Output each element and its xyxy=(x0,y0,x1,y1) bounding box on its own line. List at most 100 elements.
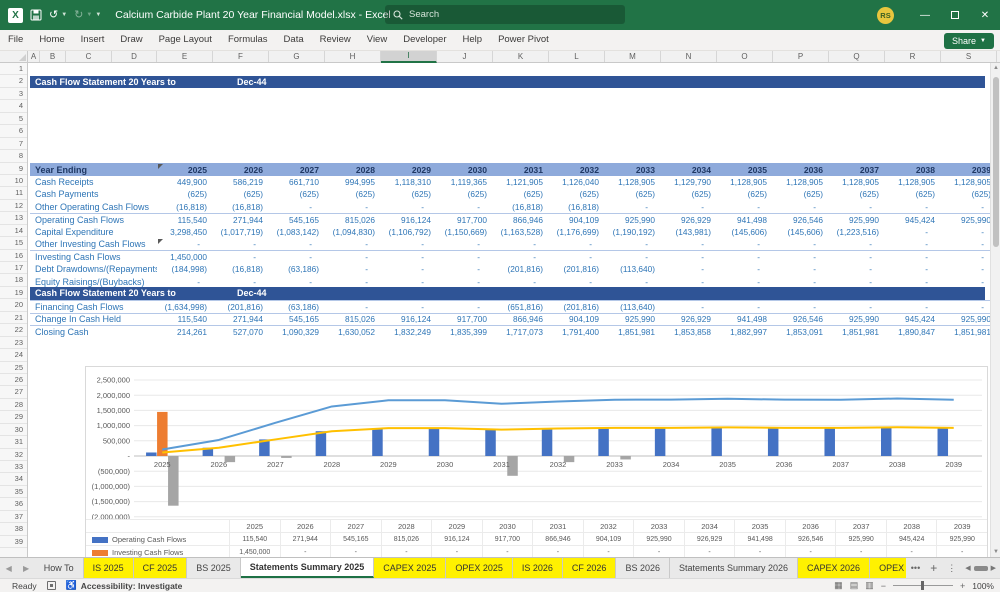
user-avatar[interactable]: RS xyxy=(877,6,894,24)
cell-value[interactable]: - xyxy=(829,202,885,212)
row-label-change-in-cash-held[interactable]: Change In Cash Held xyxy=(30,314,157,324)
restore-button[interactable] xyxy=(940,0,970,30)
row-header-16[interactable]: 16 xyxy=(0,250,27,262)
row-header-33[interactable]: 33 xyxy=(0,461,27,474)
hscroll-left-icon[interactable]: ◀ xyxy=(965,564,970,572)
hscroll-right-icon[interactable]: ▶ xyxy=(991,564,996,572)
cell-value[interactable]: - xyxy=(381,277,437,287)
column-header-f[interactable]: F xyxy=(213,51,269,62)
row-header-4[interactable]: 4 xyxy=(0,100,27,113)
cell-value[interactable]: (1,163,528) xyxy=(493,227,549,237)
year-header-cell[interactable]: 2026 xyxy=(213,165,269,175)
horizontal-scrollbar[interactable]: ◀ ▶ xyxy=(965,558,1000,578)
column-header-s[interactable]: S xyxy=(941,51,997,62)
year-header-cell[interactable]: 2037 xyxy=(829,165,885,175)
cell-value[interactable]: 1,835,399 xyxy=(437,327,493,337)
year-header-cell[interactable]: 2039 xyxy=(941,165,997,175)
cell-value[interactable]: 815,026 xyxy=(325,314,381,324)
column-header-c[interactable]: C xyxy=(66,51,112,62)
cell-value[interactable]: 1,630,052 xyxy=(325,327,381,337)
cell-value[interactable]: 1,128,905 xyxy=(717,177,773,187)
cell-value[interactable]: - xyxy=(493,239,549,249)
menu-tab-power-pivot[interactable]: Power Pivot xyxy=(490,30,557,50)
sheet-tab-is-2025[interactable]: IS 2025 xyxy=(83,558,134,578)
sheet-tab-bs-2025[interactable]: BS 2025 xyxy=(187,558,241,578)
cell-value[interactable]: 271,944 xyxy=(213,314,269,324)
cell-value[interactable]: 945,424 xyxy=(885,215,941,225)
column-header-h[interactable]: H xyxy=(325,51,381,62)
cell-value[interactable]: (625) xyxy=(605,189,661,199)
cell-value[interactable]: - xyxy=(381,202,437,212)
cell-value[interactable]: (1,083,142) xyxy=(269,227,325,237)
cell-value[interactable]: - xyxy=(773,264,829,274)
cell-value[interactable]: (1,223,516) xyxy=(829,227,885,237)
row-header-25[interactable]: 25 xyxy=(0,362,27,374)
cell-value[interactable]: 214,261 xyxy=(157,327,213,337)
cell-value[interactable]: - xyxy=(269,277,325,287)
row-header-24[interactable]: 24 xyxy=(0,349,27,362)
cell-value[interactable]: 1,121,905 xyxy=(493,177,549,187)
row-label-financing-cash-flows[interactable]: Financing Cash Flows xyxy=(30,302,157,312)
cell-value[interactable]: 1,882,997 xyxy=(717,327,773,337)
cell-value[interactable]: - xyxy=(885,227,941,237)
cell-value[interactable]: - xyxy=(325,302,381,312)
cell-value[interactable]: - xyxy=(941,302,997,312)
macro-record-icon[interactable] xyxy=(46,581,56,590)
cell-value[interactable]: - xyxy=(717,302,773,312)
cell-value[interactable]: - xyxy=(493,277,549,287)
row-header-13[interactable]: 13 xyxy=(0,212,27,225)
cell-value[interactable]: (625) xyxy=(157,189,213,199)
zoom-in-button[interactable]: + xyxy=(960,581,965,591)
cell-value[interactable]: (63,186) xyxy=(269,302,325,312)
cell-value[interactable]: - xyxy=(325,264,381,274)
row-header-39[interactable]: 39 xyxy=(0,536,27,549)
row-header-9[interactable]: 9 xyxy=(0,163,27,175)
cell-value[interactable]: - xyxy=(381,264,437,274)
cell-value[interactable]: - xyxy=(885,202,941,212)
page-break-view-icon[interactable]: ▥ xyxy=(865,580,874,591)
cell-value[interactable]: - xyxy=(941,277,997,287)
cell-value[interactable]: - xyxy=(717,264,773,274)
cell-value[interactable]: - xyxy=(773,252,829,262)
row-label-equity-raisings-buybacks[interactable]: Equity Raisings/(Buybacks) xyxy=(30,277,157,287)
sheet-tab-statements-summary-2025[interactable]: Statements Summary 2025 xyxy=(240,558,375,578)
cell-value[interactable]: (184,998) xyxy=(157,264,213,274)
cell-value[interactable]: 926,929 xyxy=(661,215,717,225)
vertical-scrollbar-thumb[interactable] xyxy=(992,77,999,247)
row-header-29[interactable]: 29 xyxy=(0,411,27,424)
cell-value[interactable]: 1,851,981 xyxy=(941,327,997,337)
sheet-tab-bs-2026[interactable]: BS 2026 xyxy=(616,558,670,578)
cell-value[interactable]: 1,128,905 xyxy=(941,177,997,187)
cell-value[interactable]: - xyxy=(885,302,941,312)
cell-value[interactable]: - xyxy=(325,202,381,212)
cell-value[interactable]: (1,106,792) xyxy=(381,227,437,237)
sheet-tab-cf-2025[interactable]: CF 2025 xyxy=(133,558,188,578)
row-header-22[interactable]: 22 xyxy=(0,324,27,337)
cell-value[interactable]: (625) xyxy=(941,189,997,199)
row-header-6[interactable]: 6 xyxy=(0,125,27,138)
cell-value[interactable]: (625) xyxy=(381,189,437,199)
cell-value[interactable]: 661,710 xyxy=(269,177,325,187)
cell-value[interactable]: 904,109 xyxy=(549,215,605,225)
cell-value[interactable]: (145,606) xyxy=(773,227,829,237)
year-header-cell[interactable]: 2025 xyxy=(157,165,213,175)
cell-value[interactable]: 1,128,905 xyxy=(829,177,885,187)
cell-value[interactable]: (1,017,719) xyxy=(213,227,269,237)
cell-value[interactable]: - xyxy=(829,302,885,312)
cell-value[interactable]: 925,990 xyxy=(941,314,997,324)
cell-value[interactable]: - xyxy=(885,277,941,287)
cell-value[interactable]: 1,119,365 xyxy=(437,177,493,187)
row-header-36[interactable]: 36 xyxy=(0,498,27,511)
cell-value[interactable]: - xyxy=(605,239,661,249)
cell-value[interactable]: - xyxy=(157,277,213,287)
cell-value[interactable]: 945,424 xyxy=(885,314,941,324)
year-header-cell[interactable]: 2027 xyxy=(269,165,325,175)
accessibility-checker[interactable]: ♿ Accessibility: Investigate xyxy=(66,580,183,591)
sheet-tab-cf-2026[interactable]: CF 2026 xyxy=(562,558,617,578)
sheet-tab-is-2026[interactable]: IS 2026 xyxy=(512,558,563,578)
row-header-34[interactable]: 34 xyxy=(0,473,27,486)
zoom-out-button[interactable]: − xyxy=(881,581,886,591)
sheet-tab-statements-summary-2026[interactable]: Statements Summary 2026 xyxy=(670,558,799,578)
cell-value[interactable]: (113,640) xyxy=(605,302,661,312)
cell-value[interactable]: (625) xyxy=(829,189,885,199)
